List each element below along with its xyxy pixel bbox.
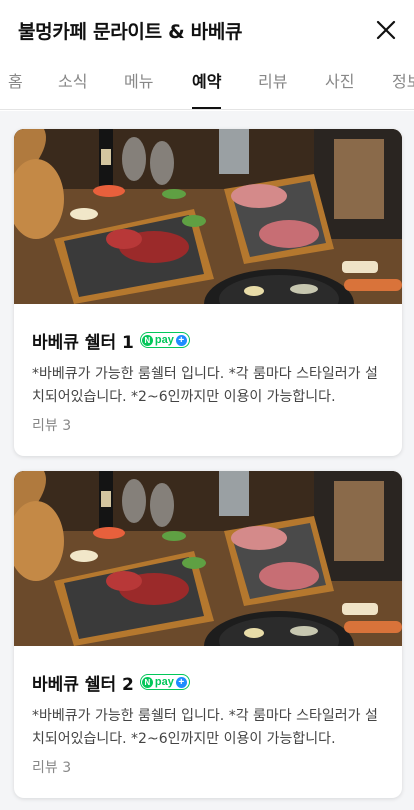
review-count: 리뷰 3 xyxy=(32,418,72,434)
tab-home[interactable]: 홈 xyxy=(8,62,23,109)
npay-badge: N pay + xyxy=(139,332,190,348)
item-title: 바베큐 쉘터 2 xyxy=(32,674,134,695)
item-title: 바베큐 쉘터 1 xyxy=(32,332,134,353)
item-body: 바베큐 쉘터 2 N pay + *바베큐가 가능한 룸쉘터 입니다. *각 룸… xyxy=(32,669,386,777)
tab-info[interactable]: 정보 xyxy=(392,62,414,109)
npay-label: pay xyxy=(154,676,174,688)
tab-reviews[interactable]: 리뷰 xyxy=(258,62,287,109)
item-description: *바베큐가 가능한 룸쉘터 입니다. *각 룸마다 스타일러가 설치되어있습니다… xyxy=(32,708,378,747)
close-button[interactable] xyxy=(372,16,400,44)
item-photo xyxy=(14,129,402,304)
tab-photos[interactable]: 사진 xyxy=(325,62,354,109)
reservation-item[interactable]: 바베큐 쉘터 1 N pay + *바베큐가 가능한 룸쉘터 입니다. *각 룸… xyxy=(14,129,402,456)
plus-icon: + xyxy=(175,334,187,346)
tab-reservation[interactable]: 예약 xyxy=(192,62,222,109)
npay-n-icon: N xyxy=(141,676,153,688)
npay-n-icon: N xyxy=(141,334,153,346)
item-body: 바베큐 쉘터 1 N pay + *바베큐가 가능한 룸쉘터 입니다. *각 룸… xyxy=(32,327,386,435)
header: 불멍카페 문라이트 & 바베큐 xyxy=(0,0,414,62)
page-title: 불멍카페 문라이트 & 바베큐 xyxy=(18,21,243,43)
reservation-item[interactable]: 바베큐 쉘터 2 N pay + *바베큐가 가능한 룸쉘터 입니다. *각 룸… xyxy=(14,471,402,798)
plus-icon: + xyxy=(175,676,187,688)
tab-news[interactable]: 소식 xyxy=(58,62,87,109)
npay-badge: N pay + xyxy=(139,674,190,690)
tab-bar: 홈 소식 메뉴 예약 리뷰 사진 정보 xyxy=(0,62,414,110)
item-photo xyxy=(14,471,402,646)
item-description: *바베큐가 가능한 룸쉘터 입니다. *각 룸마다 스타일러가 설치되어있습니다… xyxy=(32,366,378,405)
tab-menu[interactable]: 메뉴 xyxy=(124,62,153,109)
review-count: 리뷰 3 xyxy=(32,760,72,776)
reservation-list: 바베큐 쉘터 1 N pay + *바베큐가 가능한 룸쉘터 입니다. *각 룸… xyxy=(0,111,414,810)
npay-label: pay xyxy=(154,334,174,346)
close-icon xyxy=(376,20,396,40)
